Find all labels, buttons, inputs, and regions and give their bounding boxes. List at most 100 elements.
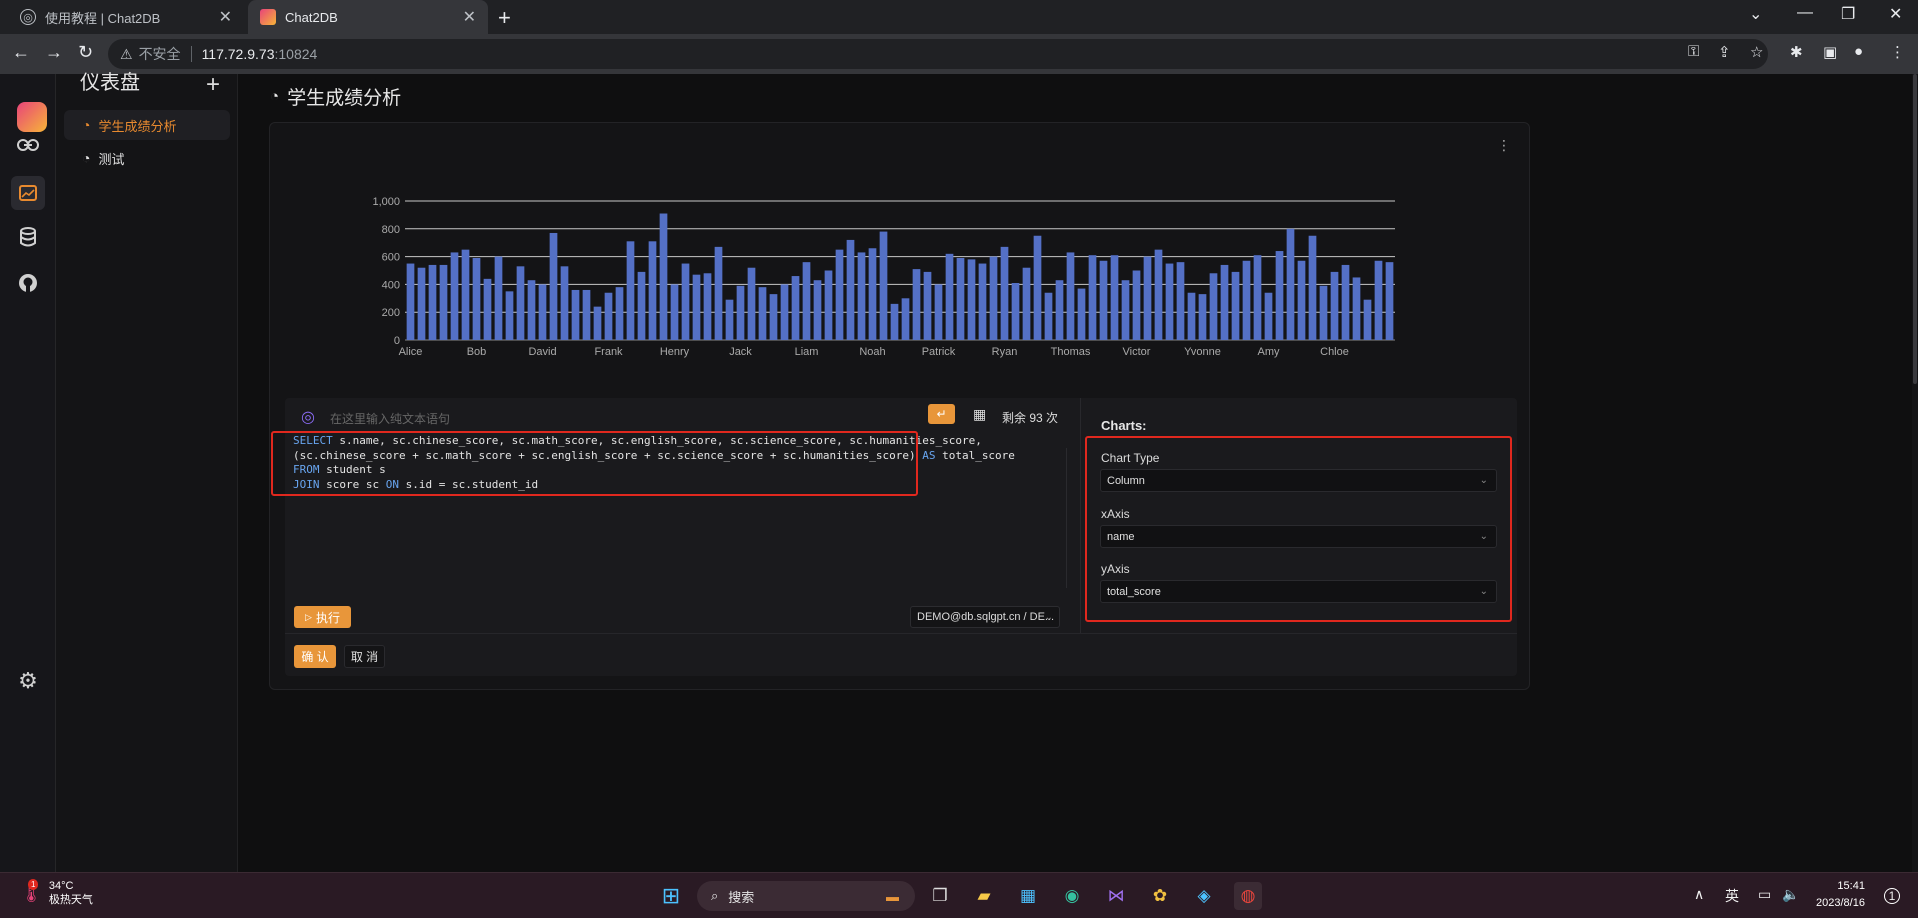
tab-chat2db[interactable]: Chat2DB ✕ [248, 0, 488, 34]
chart-bar[interactable] [1330, 271, 1339, 340]
chart-bar[interactable] [428, 264, 437, 340]
chart-bar[interactable] [989, 256, 998, 340]
datasource-select[interactable]: DEMO@db.sqlgpt.cn / DE... ⌄ [910, 606, 1060, 628]
chart-bar[interactable] [725, 299, 734, 340]
chart-bar[interactable] [1011, 283, 1020, 340]
bookmark-star-icon[interactable]: ☆ [1750, 43, 1763, 61]
chart-bar[interactable] [835, 249, 844, 340]
chart-bar[interactable] [626, 241, 635, 340]
minimize-icon[interactable]: — [1797, 4, 1813, 22]
ms-store-icon[interactable]: ▦ [1014, 882, 1042, 910]
github-icon[interactable] [14, 269, 42, 297]
chart-bar[interactable] [1055, 280, 1064, 340]
confirm-button[interactable]: 确 认 [294, 645, 336, 668]
chart-bar[interactable] [923, 271, 932, 340]
chart-bar[interactable] [1044, 292, 1053, 340]
chart-bar[interactable] [681, 263, 690, 340]
chart-bar[interactable] [1275, 251, 1284, 340]
chart-bar[interactable] [1187, 292, 1196, 340]
chart-bar[interactable] [901, 298, 910, 340]
close-icon[interactable]: ✕ [219, 7, 232, 27]
profile-icon[interactable]: ● [1854, 43, 1863, 60]
restore-icon[interactable]: ❐ [1841, 4, 1855, 24]
chart-bar[interactable] [1286, 228, 1295, 340]
chart-bar[interactable] [1297, 260, 1306, 340]
chart-bar[interactable] [450, 252, 459, 340]
chart-bar[interactable] [1154, 249, 1163, 340]
chart-bar[interactable] [406, 263, 415, 340]
chart-bar[interactable] [483, 278, 492, 340]
chart-bar[interactable] [1121, 280, 1130, 340]
ai-prompt-input[interactable]: 在这里输入纯文本语句 [330, 410, 450, 427]
extensions-icon[interactable]: ✱ [1790, 43, 1803, 61]
chart-bar[interactable] [1022, 267, 1031, 340]
chart-bar[interactable] [769, 294, 778, 340]
run-button[interactable]: ▷ 执行 [294, 606, 351, 628]
share-icon[interactable]: ⇪ [1718, 43, 1731, 61]
chart-bar[interactable] [736, 285, 745, 340]
cancel-button[interactable]: 取 消 [344, 645, 385, 668]
tray-expand-icon[interactable]: ∧ [1694, 886, 1704, 903]
chart-bar[interactable] [1077, 288, 1086, 340]
enter-button[interactable]: ↵ [928, 404, 955, 424]
chart-bar[interactable] [604, 292, 613, 340]
chart-bar[interactable] [1308, 235, 1317, 340]
chart-bar[interactable] [1143, 256, 1152, 340]
datagrip-icon[interactable]: ◈ [1190, 882, 1218, 910]
edge-icon[interactable]: ◉ [1058, 882, 1086, 910]
chart-bar[interactable] [571, 289, 580, 340]
chart-bar[interactable] [560, 266, 569, 340]
chart-bar[interactable] [780, 284, 789, 340]
chart-bar[interactable] [1341, 264, 1350, 340]
chart-bar[interactable] [1253, 255, 1262, 340]
reload-icon[interactable]: ↻ [78, 42, 93, 63]
chart-bar[interactable] [1319, 285, 1328, 340]
add-dashboard-icon[interactable]: + [206, 71, 220, 99]
notification-icon[interactable]: 1 [1884, 888, 1900, 904]
settings-gear-icon[interactable]: ⚙ [14, 667, 42, 695]
weather-widget[interactable]: 🌡 1 34°C 极热天气 [20, 878, 93, 907]
forward-icon[interactable]: → [45, 42, 63, 63]
chart-bar[interactable] [648, 241, 657, 340]
taskbar-search[interactable]: ⌕ 搜索 ▬ [697, 881, 915, 911]
chart-bar[interactable] [1363, 299, 1372, 340]
chart-bar[interactable] [472, 257, 481, 340]
chart-bar[interactable] [1000, 246, 1009, 340]
file-explorer-icon[interactable]: ▰ [970, 882, 998, 910]
chart-bar[interactable] [846, 239, 855, 340]
scrollbar-thumb[interactable] [1913, 74, 1917, 384]
key-icon[interactable]: ⚿ [1688, 43, 1699, 60]
volume-icon[interactable]: 🔈 [1782, 886, 1799, 903]
chart-bar[interactable] [813, 280, 822, 340]
chart-bar[interactable] [758, 287, 767, 340]
database-icon[interactable] [14, 223, 42, 251]
task-view-icon[interactable]: ❐ [926, 882, 954, 910]
chart-bar[interactable] [1066, 252, 1075, 340]
sidebar-item-test[interactable]: ◔ 测试 [64, 143, 230, 173]
chart-bar[interactable] [967, 259, 976, 340]
chart-bar[interactable] [516, 266, 525, 340]
chart-bar[interactable] [879, 231, 888, 340]
chart-bar[interactable] [978, 263, 987, 340]
chat2db-logo[interactable] [17, 102, 47, 132]
new-tab-icon[interactable]: + [498, 5, 511, 31]
chart-bar[interactable] [956, 257, 965, 340]
chart-bar[interactable] [1132, 270, 1141, 341]
tab-tutorial[interactable]: ◎ 使用教程 | Chat2DB ✕ [8, 0, 244, 34]
chart-bar[interactable] [538, 284, 547, 340]
chart-bar[interactable] [1220, 264, 1229, 340]
chart-bar[interactable] [868, 248, 877, 340]
visual-studio-icon[interactable]: ⋈ [1102, 882, 1130, 910]
chart-bar[interactable] [857, 252, 866, 340]
chart-bar[interactable] [582, 289, 591, 340]
chart-bar[interactable] [1242, 260, 1251, 340]
tab-search-icon[interactable]: ⌄ [1749, 4, 1762, 24]
chart-bar[interactable] [1176, 262, 1185, 340]
chart-bar[interactable] [1264, 292, 1273, 340]
display-icon[interactable]: ▭ [1758, 886, 1771, 903]
chart-bar[interactable] [703, 273, 712, 340]
chart-bar[interactable] [1099, 260, 1108, 340]
chart-bar[interactable] [494, 256, 503, 340]
chart-bar[interactable] [747, 267, 756, 340]
chrome-icon[interactable]: ◍ [1234, 882, 1262, 910]
